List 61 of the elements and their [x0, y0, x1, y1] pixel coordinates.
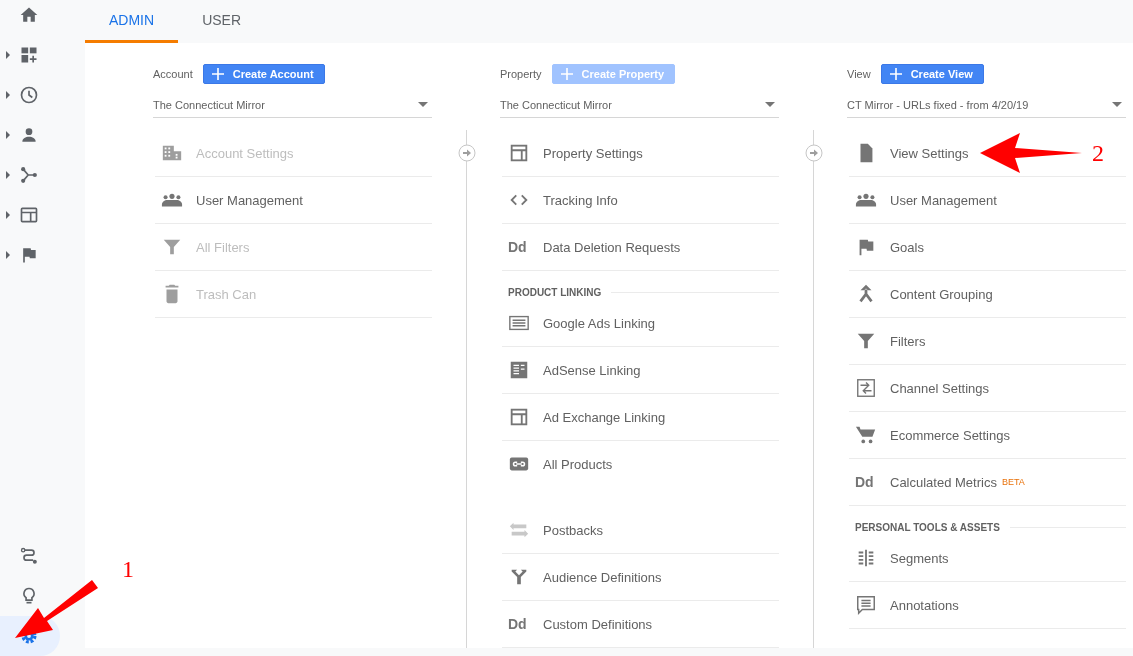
- dropdown-arrow-icon: [1112, 102, 1122, 107]
- fork-icon: [19, 165, 39, 185]
- column-label: Account: [153, 68, 193, 80]
- column-label: Property: [500, 68, 542, 80]
- dropdown[interactable]: The Connecticut Mirror: [500, 92, 779, 118]
- create-button[interactable]: Create Account: [202, 64, 325, 84]
- speech-bubble-icon: [855, 594, 877, 616]
- caret-icon: [6, 211, 10, 219]
- menu-item[interactable]: Property Settings: [502, 130, 779, 177]
- menu-item[interactable]: Annotations: [849, 582, 1126, 629]
- plus-icon: [560, 68, 573, 80]
- route-icon: [19, 546, 39, 566]
- menu-item[interactable]: Channel Settings: [849, 365, 1126, 412]
- menu-item[interactable]: Dd Calculated Metrics BETA: [849, 459, 1126, 506]
- menu-item[interactable]: AdSense Linking: [502, 347, 779, 394]
- section-heading: PERSONAL TOOLS & ASSETS: [855, 522, 1000, 533]
- plus-icon: [211, 68, 224, 80]
- plus-icon: [889, 68, 902, 80]
- column-label: View: [847, 68, 871, 80]
- menu-item[interactable]: User Management: [155, 177, 432, 224]
- menu-item[interactable]: Segments: [849, 535, 1126, 582]
- dropdown[interactable]: The Connecticut Mirror: [153, 92, 432, 118]
- menu-item[interactable]: All Products: [502, 441, 779, 488]
- menu-item[interactable]: Goals: [849, 224, 1126, 271]
- caret-icon: [6, 51, 10, 59]
- tab[interactable]: USER: [178, 0, 266, 43]
- caret-icon: [6, 251, 10, 259]
- cart-icon: [855, 424, 877, 446]
- dropdown-arrow-icon: [765, 102, 775, 107]
- letters-icon: Dd: [508, 239, 527, 255]
- window-icon: [508, 406, 530, 428]
- lines-box-icon: [508, 359, 530, 381]
- menu-item[interactable]: Audience Definitions: [502, 554, 779, 601]
- annotation-number: 1: [122, 556, 134, 583]
- menu-item[interactable]: User Management: [849, 177, 1126, 224]
- person-icon: [19, 125, 39, 145]
- menu-item[interactable]: Postbacks: [502, 507, 779, 554]
- menu-item[interactable]: Ecommerce Settings: [849, 412, 1126, 459]
- home-icon: [19, 5, 39, 25]
- window-icon: [508, 142, 530, 164]
- menu-item[interactable]: Tracking Info: [502, 177, 779, 224]
- caret-icon: [6, 91, 10, 99]
- clock-icon: [19, 85, 39, 105]
- dropdown[interactable]: CT Mirror - URLs fixed - from 4/20/19: [847, 92, 1126, 118]
- window-icon: [19, 205, 39, 225]
- letters-icon: Dd: [508, 616, 527, 632]
- menu-item[interactable]: Dd Data Deletion Requests: [502, 224, 779, 271]
- caret-icon: [6, 171, 10, 179]
- letters-icon: Dd: [855, 474, 874, 490]
- channel-icon: [855, 377, 877, 399]
- menu-item[interactable]: Google Ads Linking: [502, 300, 779, 347]
- caret-icon: [6, 131, 10, 139]
- create-button[interactable]: Create View: [880, 64, 984, 84]
- dropdown-arrow-icon: [418, 102, 428, 107]
- section-heading: PRODUCT LINKING: [508, 287, 602, 298]
- annotation-number: 2: [1092, 139, 1104, 167]
- dashboard-icon: [19, 45, 39, 65]
- menu-item[interactable]: Ad Exchange Linking: [502, 394, 779, 441]
- menu-item[interactable]: Content Grouping: [849, 271, 1126, 318]
- menu-item[interactable]: Filters: [849, 318, 1126, 365]
- beta-label: BETA: [1001, 477, 1025, 487]
